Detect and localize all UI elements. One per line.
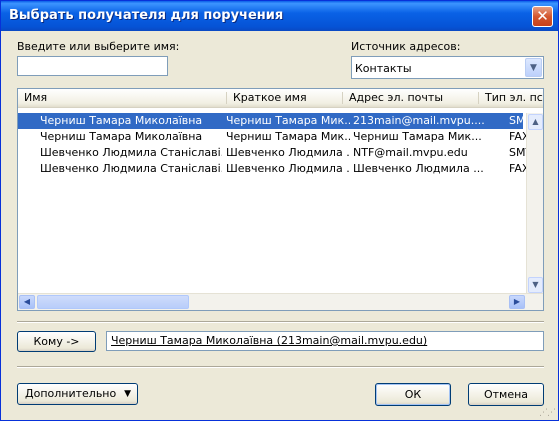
address-source-value: Контакты — [355, 62, 412, 75]
title-bar[interactable]: Выбрать получателя для поручения ✕ — [1, 1, 558, 31]
list-rows: Черниш Тамара Миколаївна Черниш Тамара М… — [18, 113, 539, 177]
list-header: Имя Краткое имя Адрес эл. почты Тип эл. … — [18, 89, 543, 108]
column-header-short-name[interactable]: Краткое имя — [226, 92, 307, 104]
column-header-email-type[interactable]: Тип эл. пс — [478, 92, 543, 104]
divider — [17, 366, 544, 368]
dialog-title: Выбрать получателя для поручения — [9, 8, 284, 23]
address-source-select[interactable]: Контакты ▼ — [351, 56, 544, 79]
arrow-down-icon[interactable]: ▼ — [528, 277, 543, 293]
horizontal-scrollbar[interactable]: ◀ ▶ — [18, 293, 543, 310]
address-source-label: Источник адресов: — [351, 40, 461, 53]
to-recipient-link[interactable]: Черниш Тамара Миколаївна (213main@mail.m… — [111, 334, 427, 347]
arrow-up-icon[interactable]: ▲ — [528, 114, 543, 130]
recipient-list[interactable]: Имя Краткое имя Адрес эл. почты Тип эл. … — [17, 88, 544, 311]
name-search-input[interactable] — [17, 56, 168, 76]
close-icon: ✕ — [536, 7, 549, 25]
advanced-label: Дополнительно — [25, 387, 117, 400]
column-header-name[interactable]: Имя — [18, 92, 47, 104]
chevron-down-icon: ▼ — [124, 389, 131, 399]
list-row[interactable]: Шевченко Людмила Станіславі... Шевченко … — [18, 161, 529, 177]
list-row[interactable]: Черниш Тамара Миколаївна Черниш Тамара М… — [18, 113, 539, 129]
column-header-email[interactable]: Адрес эл. почты — [342, 92, 443, 104]
name-search-label: Введите или выберите имя: — [17, 40, 180, 53]
chevron-down-icon[interactable]: ▼ — [525, 58, 542, 77]
size-grip-icon[interactable]: ⋰⋰ — [539, 408, 556, 418]
divider — [17, 321, 544, 323]
ok-button[interactable]: ОК — [375, 383, 451, 406]
select-recipient-dialog: Выбрать получателя для поручения ✕ Введи… — [0, 0, 559, 421]
vertical-scrollbar[interactable]: ▲ ▼ — [526, 113, 543, 294]
cancel-button[interactable]: Отмена — [468, 383, 544, 406]
list-row[interactable]: Шевченко Людмила Станіславі... Шевченко … — [18, 145, 539, 161]
close-button[interactable]: ✕ — [532, 6, 553, 27]
scroll-thumb[interactable] — [37, 295, 189, 309]
list-row[interactable]: Черниш Тамара Миколаївна Черниш Тамара М… — [18, 129, 529, 145]
arrow-left-icon[interactable]: ◀ — [19, 295, 35, 309]
advanced-button[interactable]: Дополнительно ▼ — [17, 383, 138, 405]
to-field[interactable]: Черниш Тамара Миколаївна (213main@mail.m… — [106, 331, 544, 351]
to-button[interactable]: Кому -> — [17, 331, 96, 352]
arrow-right-icon[interactable]: ▶ — [509, 295, 525, 309]
